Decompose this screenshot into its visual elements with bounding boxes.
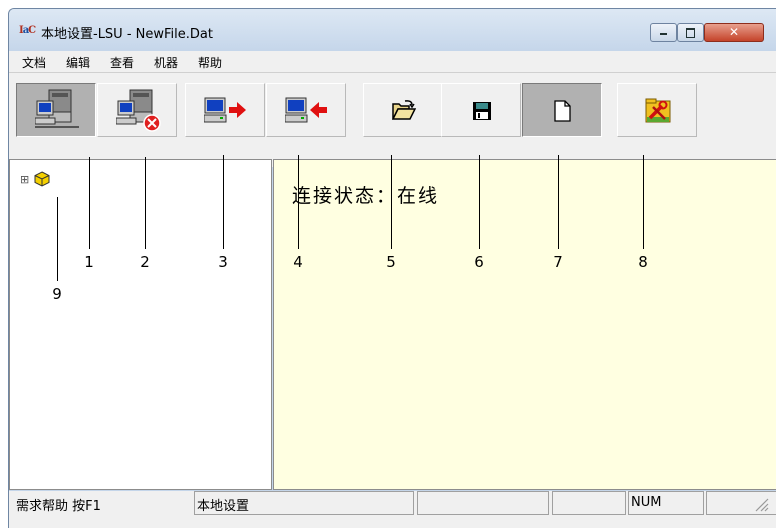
connection-status: 连接状态：在线 [292, 185, 440, 207]
status-bar: 需求帮助 按F1 本地设置 NUM [9, 491, 776, 528]
app-icon: IaC [19, 25, 36, 36]
menu-bar: 文档 编辑 查看 机器 帮助 [9, 51, 776, 73]
callout-line-8 [643, 155, 644, 249]
menu-help[interactable]: 帮助 [198, 54, 222, 71]
callout-line-1 [89, 157, 90, 249]
callout-line-7 [558, 155, 559, 249]
save-floppy-icon [473, 102, 491, 120]
menu-machine[interactable]: 机器 [154, 54, 178, 71]
disconnect-button[interactable] [97, 83, 177, 137]
callout-number-5: 5 [386, 253, 396, 271]
maximize-icon [686, 28, 695, 38]
open-folder-icon [392, 100, 416, 120]
tree-pane[interactable]: ⊞ [9, 159, 272, 490]
callout-line-5 [391, 155, 392, 249]
callout-line-2 [145, 157, 146, 249]
toolbar [9, 73, 776, 167]
tree-expander[interactable]: ⊞ [20, 174, 29, 185]
gold-box-icon[interactable] [34, 171, 50, 187]
connect-machine-icon [35, 89, 79, 128]
status-panel-4 [552, 491, 626, 515]
menu-file[interactable]: 文档 [22, 54, 46, 71]
callout-line-6 [479, 155, 480, 249]
callout-number-2: 2 [140, 253, 150, 271]
callout-line-4 [298, 155, 299, 249]
save-button[interactable] [441, 83, 521, 137]
status-panel-3 [417, 491, 549, 515]
upload-button[interactable] [185, 83, 265, 137]
minimize-button[interactable] [650, 23, 677, 42]
callout-number-1: 1 [84, 253, 94, 271]
callout-number-8: 8 [638, 253, 648, 271]
close-icon: ✕ [728, 25, 740, 39]
callout-number-4: 4 [293, 253, 303, 271]
open-button[interactable] [363, 83, 443, 137]
title-bar[interactable]: IaC 本地设置-LSU - NewFile.Dat ✕ [9, 9, 776, 51]
close-button[interactable]: ✕ [704, 23, 764, 42]
callout-number-7: 7 [553, 253, 563, 271]
callout-line-9 [57, 197, 58, 281]
minimize-icon [660, 33, 667, 35]
download-button[interactable] [266, 83, 346, 137]
upload-to-device-icon [204, 97, 246, 123]
status-mode: 本地设置 [194, 491, 414, 515]
window-title: 本地设置-LSU - NewFile.Dat [41, 27, 213, 42]
callout-number-9: 9 [52, 285, 62, 303]
download-from-device-icon [285, 97, 327, 123]
disconnect-machine-icon [116, 89, 161, 132]
menu-edit[interactable]: 编辑 [66, 54, 90, 71]
settings-tools-icon [645, 98, 671, 123]
maximize-button[interactable] [677, 23, 704, 42]
resize-grip-icon[interactable] [753, 496, 769, 512]
new-document-button[interactable] [522, 83, 602, 137]
new-document-icon [554, 100, 571, 122]
connect-button[interactable] [16, 83, 96, 137]
status-num: NUM [628, 491, 704, 515]
content-pane: 连接状态：在线 [273, 159, 776, 490]
callout-number-6: 6 [474, 253, 484, 271]
status-help: 需求帮助 按F1 [16, 499, 101, 514]
menu-view[interactable]: 查看 [110, 54, 134, 71]
settings-button[interactable] [617, 83, 697, 137]
callout-line-3 [223, 155, 224, 249]
callout-number-3: 3 [218, 253, 228, 271]
